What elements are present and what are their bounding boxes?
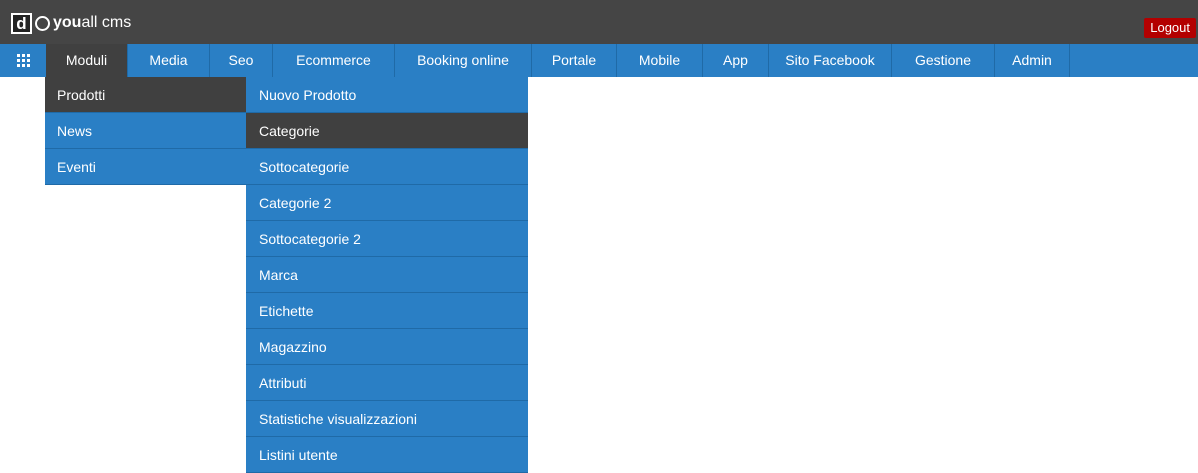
nav-item-sito-facebook[interactable]: Sito Facebook [769,44,892,77]
nav-item-media[interactable]: Media [128,44,210,77]
nav-item-seo[interactable]: Seo [210,44,273,77]
top-bar: d youall cms Logout [0,0,1198,44]
logo-mark: d [11,12,32,34]
menu-item-listini-utente[interactable]: Listini utente [246,437,528,473]
app-logo[interactable]: d youall cms [11,10,131,36]
brand-rest: all cms [81,14,132,31]
menu-item-marca[interactable]: Marca [246,257,528,293]
nav-item-booking-online[interactable]: Booking online [395,44,532,77]
menu-item-news[interactable]: News [45,113,246,149]
moduli-dropdown: Prodotti News Eventi [45,77,246,185]
menu-item-sottocategorie-2[interactable]: Sottocategorie 2 [246,221,528,257]
prodotti-submenu: Nuovo Prodotto Categorie Sottocategorie … [246,77,528,473]
menu-item-sottocategorie[interactable]: Sottocategorie [246,149,528,185]
nav-item-admin[interactable]: Admin [995,44,1070,77]
menu-item-eventi[interactable]: Eventi [45,149,246,185]
main-nav: Moduli Media Seo Ecommerce Booking onlin… [0,44,1198,77]
nav-item-app[interactable]: App [703,44,769,77]
menu-item-etichette[interactable]: Etichette [246,293,528,329]
nav-item-ecommerce[interactable]: Ecommerce [273,44,395,77]
menu-item-prodotti[interactable]: Prodotti [45,77,246,113]
logout-button[interactable]: Logout [1144,18,1196,38]
menu-item-attributi[interactable]: Attributi [246,365,528,401]
nav-item-mobile[interactable]: Mobile [617,44,703,77]
menu-item-categorie-2[interactable]: Categorie 2 [246,185,528,221]
logo-letter: d [16,13,27,33]
menu-item-statistiche-visualizzazioni[interactable]: Statistiche visualizzazioni [246,401,528,437]
menu-item-categorie[interactable]: Categorie [246,113,528,149]
apps-grid-icon[interactable] [0,44,46,77]
nav-item-portale[interactable]: Portale [532,44,617,77]
brand-name: youall cms [53,14,131,32]
logo-circle-icon [35,15,50,31]
menu-item-magazzino[interactable]: Magazzino [246,329,528,365]
brand-bold: you [53,14,82,31]
nav-item-moduli[interactable]: Moduli [46,44,128,77]
nav-item-gestione[interactable]: Gestione [892,44,995,77]
menu-item-nuovo-prodotto[interactable]: Nuovo Prodotto [246,77,528,113]
